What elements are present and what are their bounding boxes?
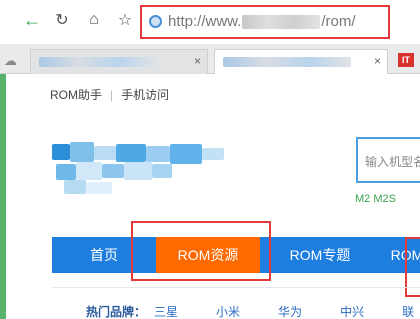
- browser-tab-1[interactable]: ×: [30, 49, 208, 74]
- divider: [52, 287, 420, 288]
- tab-close-icon[interactable]: ×: [194, 54, 201, 68]
- top-links: ROM助手 | 手机访问: [50, 86, 169, 103]
- cloud-icon[interactable]: ☁: [4, 53, 22, 68]
- browser-tab-2-active[interactable]: ×: [214, 49, 388, 74]
- url-text: http://www./rom/: [168, 13, 356, 30]
- back-arrow-icon[interactable]: ←: [22, 10, 42, 30]
- brand-link-huawei[interactable]: 华为: [278, 303, 302, 319]
- red-highlight-rom-resources: [131, 221, 271, 281]
- brand-link-lenovo[interactable]: 联: [402, 303, 414, 319]
- address-bar[interactable]: http://www./rom/: [140, 5, 390, 39]
- site-globe-icon: [149, 15, 162, 28]
- brand-link-samsung[interactable]: 三星: [154, 303, 178, 319]
- brand-link-xiaomi[interactable]: 小米: [216, 303, 240, 319]
- hot-search-words[interactable]: M2 M2S: [355, 193, 396, 205]
- divider: |: [110, 87, 114, 102]
- it-tab-favicon[interactable]: IT: [398, 53, 414, 67]
- hot-brands-row: 热门品牌： 三星 小米 华为 中兴 联: [86, 303, 414, 319]
- url-blurred-domain: [242, 15, 321, 30]
- blurred-tab-title: [39, 57, 157, 67]
- refresh-icon[interactable]: ↻: [52, 10, 72, 30]
- rom-helper-link[interactable]: ROM助手: [50, 86, 102, 103]
- mobile-access-link[interactable]: 手机访问: [121, 86, 169, 103]
- brand-link-zte[interactable]: 中兴: [340, 303, 364, 319]
- tab-strip: ☁ × × IT: [0, 44, 420, 74]
- search-placeholder: 输入机型名: [365, 155, 420, 169]
- red-highlight-edge: [405, 237, 420, 297]
- model-search-input[interactable]: 输入机型名: [356, 137, 420, 183]
- site-logo-blurred[interactable]: [52, 142, 242, 198]
- blurred-tab-title: [223, 57, 351, 67]
- nav-rom-topics[interactable]: ROM专题: [270, 237, 370, 273]
- home-icon[interactable]: ⌂: [84, 10, 104, 30]
- star-icon[interactable]: ☆: [115, 10, 135, 30]
- tab-close-icon[interactable]: ×: [374, 54, 381, 68]
- hot-brands-label: 热门品牌：: [86, 305, 147, 319]
- browser-toolbar: ← ↻ ⌂ ☆ http://www./rom/: [0, 0, 420, 44]
